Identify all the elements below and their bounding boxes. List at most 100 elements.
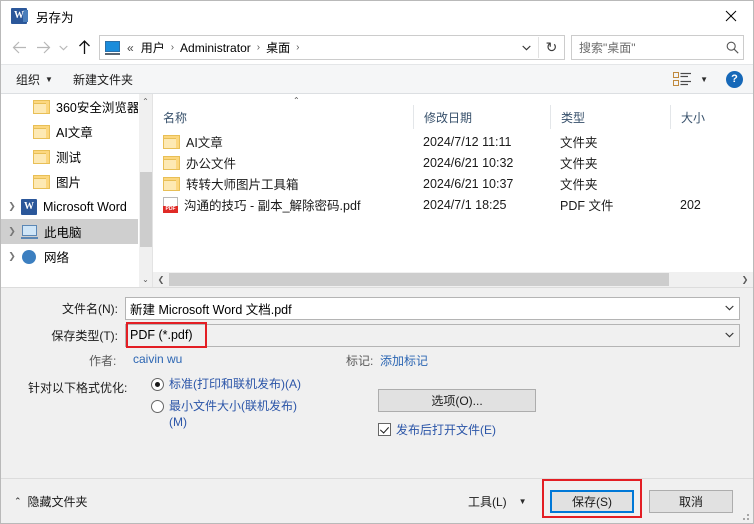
computer-icon: [21, 224, 38, 239]
filetype-value[interactable]: PDF (*.pdf): [126, 328, 719, 342]
open-after-publish-option[interactable]: 发布后打开文件(E): [378, 421, 496, 438]
table-row[interactable]: AI文章 2024/7/12 11:11 文件夹: [153, 131, 753, 152]
folder-icon: [163, 155, 180, 170]
folder-icon: [33, 149, 50, 164]
filename-row: 文件名(N): 新建 Microsoft Word 文档.pdf: [1, 296, 753, 320]
nav-item-microsoft-word[interactable]: ❯ Microsoft Word: [1, 194, 138, 219]
forward-arrow-icon: [36, 41, 50, 54]
chevron-down-icon: ▼: [45, 74, 53, 84]
chevron-down-icon[interactable]: [719, 303, 739, 313]
file-date-cell: 2024/7/12 11:11: [423, 134, 512, 149]
organize-button[interactable]: 组织 ▼: [16, 71, 53, 88]
scroll-down-arrow-icon[interactable]: ⌄: [139, 272, 152, 287]
close-icon: [725, 10, 736, 21]
table-row[interactable]: 沟通的技巧 - 副本_解除密码.pdf 2024/7/1 18:25 PDF 文…: [153, 194, 753, 215]
scroll-left-arrow-icon[interactable]: ❮: [153, 275, 169, 284]
nav-item-2[interactable]: 测试: [1, 144, 138, 169]
address-dropdown-button[interactable]: [515, 37, 538, 58]
up-arrow-icon: [78, 40, 90, 54]
tags-value[interactable]: 添加标记: [380, 352, 428, 369]
scrollbar-thumb[interactable]: [169, 272, 669, 286]
breadcrumb-item-1[interactable]: Administrator: [175, 41, 256, 55]
file-list-pane: ⌃ 名称 修改日期 类型 大小 AI文章 2024/7/12 11:11 文件夹: [152, 94, 753, 287]
tools-button[interactable]: 工具(L) ▼: [468, 493, 527, 510]
address-bar[interactable]: « 用户 › Administrator › 桌面 › ↻: [99, 35, 565, 60]
breadcrumb-overflow[interactable]: «: [125, 41, 136, 55]
cancel-button[interactable]: 取消: [649, 489, 733, 513]
up-button[interactable]: [72, 36, 96, 60]
breadcrumb-item-0[interactable]: 用户: [136, 39, 170, 56]
new-folder-button[interactable]: 新建文件夹: [73, 71, 133, 88]
view-layout-icon[interactable]: [673, 72, 692, 86]
radio-button-standard[interactable]: [151, 378, 164, 391]
back-arrow-icon: [12, 41, 26, 54]
folder-icon: [163, 134, 180, 149]
navigation-bar: « 用户 › Administrator › 桌面 › ↻ 搜索"桌面": [1, 31, 753, 64]
forward-button[interactable]: [31, 36, 55, 60]
nav-item-this-pc[interactable]: ❯ 此电脑: [1, 219, 138, 244]
word-icon: [21, 198, 37, 215]
breadcrumb-item-2[interactable]: 桌面: [261, 39, 295, 56]
scroll-up-arrow-icon[interactable]: ⌃: [139, 94, 152, 109]
expander-chevron-icon[interactable]: ❯: [3, 251, 21, 262]
refresh-button[interactable]: ↻: [538, 37, 564, 58]
column-header-name[interactable]: 名称: [153, 105, 413, 129]
nav-item-3[interactable]: 图片: [1, 169, 138, 194]
recent-locations-button[interactable]: [55, 36, 72, 60]
filename-value[interactable]: 新建 Microsoft Word 文档.pdf: [126, 299, 719, 318]
radio-button-minimum-size[interactable]: [151, 400, 164, 413]
navpane-vertical-scrollbar[interactable]: ⌃ ⌄: [138, 94, 152, 287]
open-after-publish-checkbox[interactable]: [378, 423, 391, 436]
save-form: 文件名(N): 新建 Microsoft Word 文档.pdf 保存类型(T)…: [1, 287, 753, 478]
back-button[interactable]: [7, 36, 31, 60]
folder-icon: [33, 99, 50, 114]
chevron-down-icon: [522, 45, 531, 50]
search-input[interactable]: 搜索"桌面": [572, 39, 721, 56]
column-header-date[interactable]: 修改日期: [413, 105, 550, 129]
scroll-right-arrow-icon[interactable]: ❯: [737, 275, 753, 284]
organize-label: 组织: [16, 72, 41, 87]
chevron-down-icon: [59, 45, 68, 50]
options-button[interactable]: 选项(O)...: [378, 389, 536, 412]
navigation-tree: 360安全浏览器下载 AI文章 测试 图片: [1, 94, 138, 269]
view-dropdown-caret-icon[interactable]: ▼: [700, 75, 708, 84]
breadcrumb-separator[interactable]: ›: [295, 42, 300, 53]
column-headers: 名称 修改日期 类型 大小: [153, 105, 753, 129]
radio-option-minimum-size[interactable]: 最小文件大小(联机发布)(M): [151, 398, 305, 430]
file-name-label: 沟通的技巧 - 副本_解除密码.pdf: [184, 199, 361, 213]
file-list-horizontal-scrollbar[interactable]: ❮ ❯: [153, 271, 753, 287]
filename-label: 文件名(N):: [62, 301, 118, 316]
column-header-size[interactable]: 大小: [670, 105, 750, 129]
file-type-cell: 文件夹: [560, 157, 598, 171]
nav-item-label: AI文章: [56, 126, 93, 140]
expander-chevron-icon[interactable]: ❯: [3, 226, 21, 237]
scrollbar-thumb[interactable]: [140, 172, 152, 247]
nav-item-label: 网络: [44, 251, 70, 265]
nav-item-label: 图片: [56, 176, 82, 190]
help-button[interactable]: ?: [726, 70, 743, 88]
radio-label-minimum-size: 最小文件大小(联机发布)(M): [169, 399, 297, 429]
search-box[interactable]: 搜索"桌面": [571, 35, 744, 60]
navigation-pane: 360安全浏览器下载 AI文章 测试 图片: [1, 94, 152, 287]
table-row[interactable]: 转转大师图片工具箱 2024/6/21 10:37 文件夹: [153, 173, 753, 194]
column-header-type[interactable]: 类型: [550, 105, 670, 129]
scrollbar-track[interactable]: [169, 272, 737, 288]
nav-item-1[interactable]: AI文章: [1, 119, 138, 144]
folder-icon: [33, 174, 50, 189]
nav-item-label: Microsoft Word: [43, 199, 127, 214]
expander-chevron-icon[interactable]: ❯: [3, 201, 21, 212]
save-button[interactable]: 保存(S): [550, 489, 634, 513]
author-value[interactable]: caivin wu: [133, 352, 182, 366]
resize-grip[interactable]: [739, 510, 749, 520]
hide-folders-button[interactable]: ⌃ 隐藏文件夹: [14, 493, 88, 510]
breadcrumb: « 用户 › Administrator › 桌面 ›: [125, 39, 300, 56]
filetype-select[interactable]: PDF (*.pdf): [125, 323, 740, 347]
table-row[interactable]: 办公文件 2024/6/21 10:32 文件夹: [153, 152, 753, 173]
nav-item-network[interactable]: ❯ 网络: [1, 244, 138, 269]
close-button[interactable]: [708, 1, 753, 30]
author-label: 作者:: [89, 354, 117, 368]
filename-input[interactable]: 新建 Microsoft Word 文档.pdf: [125, 296, 740, 320]
chevron-down-icon[interactable]: [719, 330, 739, 340]
radio-option-standard[interactable]: 标准(打印和联机发布)(A): [151, 376, 305, 392]
nav-item-0[interactable]: 360安全浏览器下载: [1, 94, 138, 119]
